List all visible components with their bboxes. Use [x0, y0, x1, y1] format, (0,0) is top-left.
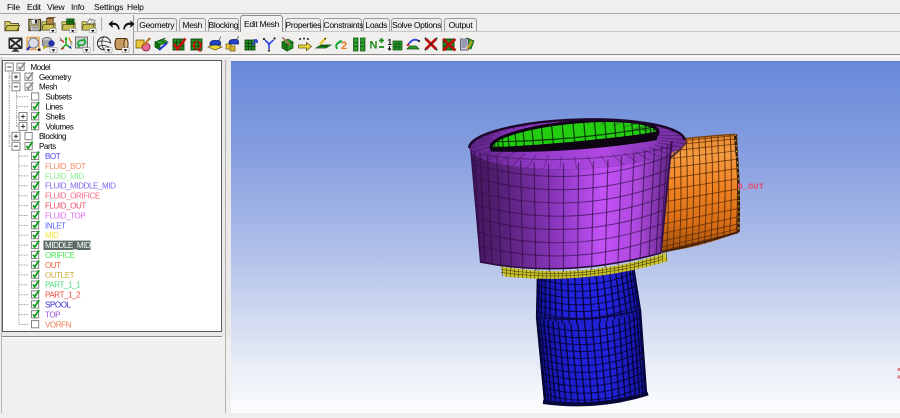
svg-text:MID: MID [45, 231, 59, 240]
svg-text:MIDDLE_MID: MIDDLE_MID [45, 241, 91, 250]
svg-text:ORIFICE: ORIFICE [45, 251, 75, 260]
svg-text:FLUID_ORIFICE: FLUID_ORIFICE [45, 192, 100, 201]
svg-text:Parts: Parts [39, 142, 56, 151]
svg-text:1: 1 [388, 38, 393, 47]
svg-text:Subsets: Subsets [46, 93, 73, 102]
svg-text:FLUID_BOT: FLUID_BOT [45, 162, 86, 171]
svg-text:Blocking: Blocking [39, 132, 66, 141]
svg-text:TOP: TOP [45, 310, 60, 319]
svg-text:VORFN: VORFN [45, 320, 72, 329]
svg-text:FLUID_MID: FLUID_MID [45, 172, 84, 181]
svg-text:Model: Model [31, 63, 51, 72]
svg-text:PART_1_2: PART_1_2 [45, 291, 81, 300]
svg-text:Mesh: Mesh [39, 83, 57, 92]
svg-text:OUTLET: OUTLET [45, 271, 75, 280]
svg-text:OUT: OUT [45, 261, 61, 270]
svg-text:PART_1_1: PART_1_1 [45, 281, 81, 290]
svg-text:INLET: INLET [45, 221, 66, 230]
svg-text:FLUID_OUT: FLUID_OUT [45, 202, 86, 211]
svg-text:2: 2 [70, 41, 73, 46]
svg-text:2: 2 [341, 40, 347, 52]
svg-text:N: N [370, 40, 378, 52]
svg-text:Shells: Shells [46, 112, 66, 121]
svg-text:Q: Q [192, 38, 202, 53]
svg-text:Geometry: Geometry [39, 73, 71, 82]
svg-text:SPOOL: SPOOL [45, 301, 72, 310]
svg-text:FLUID_TOP: FLUID_TOP [45, 211, 85, 220]
svg-text:Lines: Lines [46, 103, 64, 112]
svg-text:Volumes: Volumes [46, 122, 74, 131]
svg-text:D_OUT: D_OUT [738, 182, 765, 192]
svg-text:FLUID_MIDDLE_MID: FLUID_MIDDLE_MID [45, 182, 116, 191]
svg-text:BOT: BOT [45, 152, 61, 161]
